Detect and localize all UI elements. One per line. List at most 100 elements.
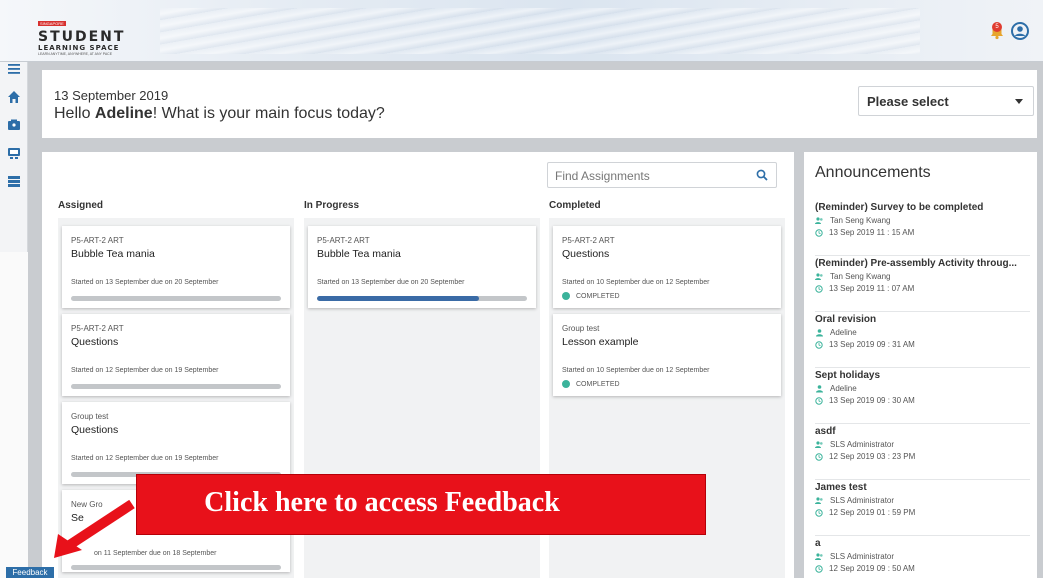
search-icon[interactable] <box>756 169 768 181</box>
user-group-icon <box>815 216 823 224</box>
announcement-title: (Reminder) Survey to be completed <box>815 202 984 213</box>
assignment-card[interactable]: P5-ART-2 ART Questions Started on 12 Sep… <box>62 314 290 396</box>
header-actions: 5 <box>989 22 1029 40</box>
clock-icon <box>815 340 823 349</box>
announcement-author: SLS Administrator <box>815 496 894 505</box>
announcement-date: 12 Sep 2019 01 : 59 PM <box>815 508 915 517</box>
date-text: 12 Sep 2019 09 : 50 AM <box>829 564 915 573</box>
card-dates: Started on 12 September due on 19 Septem… <box>71 367 219 374</box>
logo-badge: SINGAPORE <box>38 21 66 26</box>
user-icon <box>816 328 823 336</box>
focus-select-dropdown[interactable]: Please select <box>858 86 1034 116</box>
assignment-card[interactable]: Group test Questions Started on 12 Septe… <box>62 402 290 484</box>
announcement-item[interactable]: Oral revision Adeline 13 Sep 2019 09 : 31 … <box>815 312 1030 368</box>
feedback-button[interactable]: Feedback <box>6 567 54 578</box>
classes-icon[interactable] <box>7 118 21 132</box>
resources-icon[interactable] <box>7 174 21 188</box>
author-name: Adeline <box>830 328 857 337</box>
announcements-list: (Reminder) Survey to be completed Tan Sen… <box>815 200 1030 578</box>
author-name: SLS Administrator <box>830 552 895 561</box>
user-group-icon <box>815 496 823 504</box>
greeting-panel: 13 September 2019 Hello Adeline! What is… <box>42 70 1037 138</box>
assignment-card[interactable]: P5-ART-2 ART Bubble Tea mania Started on… <box>308 226 536 308</box>
current-date: 13 September 2019 <box>54 88 169 103</box>
header-decoration <box>160 8 920 54</box>
card-title: Lesson example <box>562 336 639 348</box>
card-title: Questions <box>71 424 119 436</box>
announcement-item[interactable]: (Reminder) Survey to be completed Tan Sen… <box>815 200 1030 256</box>
clock-icon <box>815 284 823 293</box>
left-nav-rail <box>0 62 28 578</box>
announcement-title: Oral revision <box>815 314 877 325</box>
author-name: Tan Seng Kwang <box>830 216 891 225</box>
progress-bar <box>71 565 281 570</box>
announcement-date: 12 Sep 2019 09 : 50 AM <box>815 564 915 573</box>
card-title: Bubble Tea mania <box>71 248 155 260</box>
announcement-item[interactable]: asdf SLS Administrator 12 Sep 2019 03 : 23… <box>815 424 1030 480</box>
announcement-date: 13 Sep 2019 09 : 31 AM <box>815 340 915 349</box>
column-header: Assigned <box>58 200 104 211</box>
announcement-item[interactable]: a SLS Administrator 12 Sep 2019 09 : 50 AM <box>815 536 1030 578</box>
clock-icon <box>815 228 823 237</box>
greeting-text: Hello Adeline! What is your main focus t… <box>54 105 385 123</box>
clock-icon <box>815 508 823 517</box>
notifications-button[interactable]: 5 <box>989 22 1005 40</box>
announcements-panel: Announcements (Reminder) Survey to be co… <box>804 152 1037 578</box>
date-text: 12 Sep 2019 03 : 23 PM <box>829 452 916 461</box>
assignment-card[interactable]: Group test Lesson example Started on 10 … <box>553 314 781 396</box>
check-circle-icon <box>562 380 570 388</box>
red-arrow-annotation <box>54 499 135 558</box>
logo-sub-text: LEARNING SPACE <box>38 44 120 52</box>
user-group-icon <box>815 440 823 448</box>
announcement-title: asdf <box>815 426 836 437</box>
column-in-progress: In Progress P5-ART-2 ART Bubble Tea mani… <box>304 200 540 578</box>
clock-icon <box>815 452 823 461</box>
sls-logo[interactable]: SINGAPORE STUDENT LEARNING SPACE LEARN A… <box>38 12 125 57</box>
find-assignments-input[interactable]: Find Assignments <box>547 162 777 188</box>
announcement-author: Adeline <box>815 328 857 337</box>
announcement-title: Sept holidays <box>815 370 881 381</box>
feedback-callout-banner: Click here to access Feedback <box>136 474 706 535</box>
status-label: COMPLETED <box>576 380 620 388</box>
card-dates: Started on 10 September due on 12 Septem… <box>562 279 710 286</box>
assignment-card[interactable]: P5-ART-2 ART Questions Started on 10 Sep… <box>553 226 781 308</box>
top-header: SINGAPORE STUDENT LEARNING SPACE LEARN A… <box>0 0 1043 62</box>
progress-bar <box>71 296 281 301</box>
announcements-title: Announcements <box>815 164 931 181</box>
home-icon[interactable] <box>7 90 21 104</box>
card-dates: Started on 10 September due on 12 Septem… <box>562 367 710 374</box>
hamburger-menu-icon[interactable] <box>7 62 21 76</box>
author-name: SLS Administrator <box>830 496 895 505</box>
card-dates: Started on 12 September due on 19 Septem… <box>71 455 219 462</box>
card-title: Questions <box>71 336 119 348</box>
clock-icon <box>815 564 823 573</box>
card-title: Bubble Tea mania <box>317 248 401 260</box>
callout-text: Click here to access Feedback <box>204 487 560 518</box>
card-code: P5-ART-2 ART <box>71 236 124 245</box>
announcement-author: SLS Administrator <box>815 440 894 449</box>
column-completed: Completed P5-ART-2 ART Questions Started… <box>549 200 785 578</box>
column-assigned: Assigned P5-ART-2 ART Bubble Tea mania S… <box>58 200 294 578</box>
lessons-icon[interactable] <box>7 146 21 160</box>
completed-status: COMPLETED <box>562 292 620 300</box>
progress-bar <box>71 384 281 389</box>
date-text: 12 Sep 2019 01 : 59 PM <box>829 508 916 517</box>
date-text: 13 Sep 2019 11 : 15 AM <box>829 228 915 237</box>
card-code: P5-ART-2 ART <box>562 236 615 245</box>
notification-count-badge: 5 <box>992 22 1002 32</box>
card-dates: Started on 13 September due on 20 Septem… <box>317 279 465 286</box>
announcement-item[interactable]: (Reminder) Pre-assembly Activity throug.… <box>815 256 1030 312</box>
logo-tagline: LEARN ANYTIME, ANYWHERE, AT ANY PACE <box>38 52 113 56</box>
announcement-item[interactable]: Sept holidays Adeline 13 Sep 2019 09 : 30 … <box>815 368 1030 424</box>
assignment-card[interactable]: P5-ART-2 ART Bubble Tea mania Started on… <box>62 226 290 308</box>
column-header: Completed <box>549 200 601 211</box>
user-account-icon[interactable] <box>1011 22 1029 40</box>
author-name: Tan Seng Kwang <box>830 272 891 281</box>
announcement-author: Tan Seng Kwang <box>815 272 891 281</box>
date-text: 13 Sep 2019 09 : 30 AM <box>829 396 915 405</box>
author-name: SLS Administrator <box>830 440 895 449</box>
announcement-item[interactable]: James test SLS Administrator 12 Sep 2019 0… <box>815 480 1030 536</box>
announcement-title: James test <box>815 482 867 493</box>
check-circle-icon <box>562 292 570 300</box>
announcement-date: 13 Sep 2019 11 : 07 AM <box>815 284 914 293</box>
